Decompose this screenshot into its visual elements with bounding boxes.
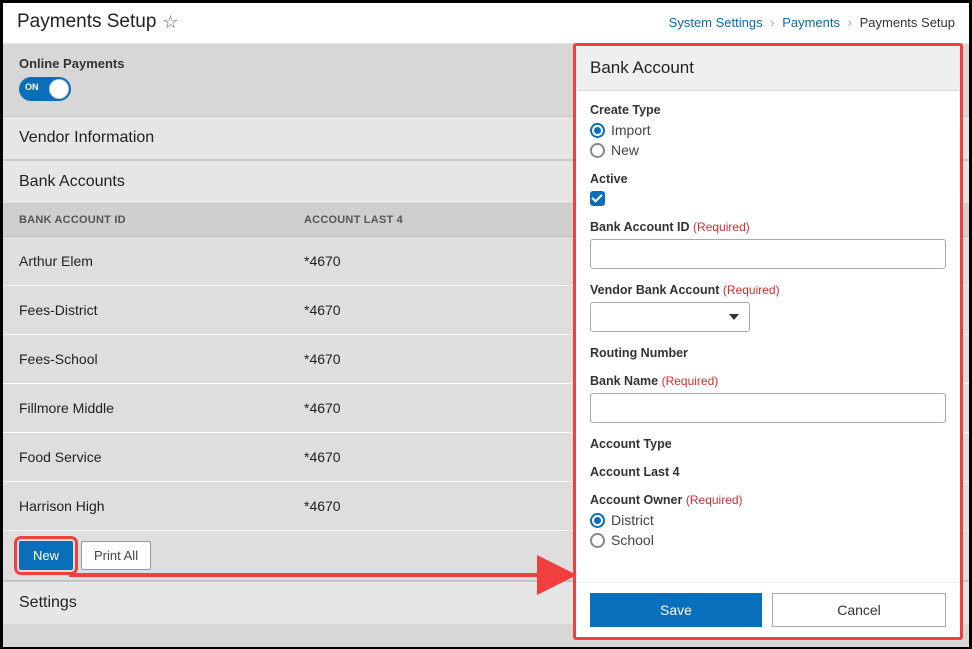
chevron-right-icon: › bbox=[770, 15, 774, 30]
col-head-id[interactable]: BANK ACCOUNT ID bbox=[19, 214, 304, 226]
panel-footer: Save Cancel bbox=[576, 582, 960, 637]
bank-account-id-group: Bank Account ID (Required) bbox=[590, 220, 946, 269]
cell-id: Food Service bbox=[19, 449, 304, 465]
account-type-label: Account Type bbox=[590, 437, 946, 451]
panel-title: Bank Account bbox=[576, 46, 960, 91]
online-payments-toggle[interactable]: ON bbox=[19, 77, 71, 101]
cancel-button[interactable]: Cancel bbox=[772, 593, 946, 627]
account-last4-label: Account Last 4 bbox=[590, 465, 946, 479]
create-type-label: Create Type bbox=[590, 103, 946, 117]
radio-label: New bbox=[611, 142, 639, 158]
active-group: Active bbox=[590, 172, 946, 206]
account-type-group: Account Type bbox=[590, 437, 946, 451]
cell-id: Fees-School bbox=[19, 351, 304, 367]
radio-label: Import bbox=[611, 122, 651, 138]
active-label: Active bbox=[590, 172, 946, 186]
breadcrumb-l2[interactable]: Payments bbox=[782, 15, 840, 30]
radio-label: District bbox=[611, 512, 654, 528]
bank-account-id-input[interactable] bbox=[590, 239, 946, 269]
panel-body: Create Type Import New Active Bank A bbox=[576, 91, 960, 582]
print-all-button[interactable]: Print All bbox=[81, 541, 151, 570]
active-checkbox[interactable] bbox=[590, 191, 946, 206]
vendor-bank-select[interactable] bbox=[590, 302, 750, 332]
breadcrumb: System Settings › Payments › Payments Se… bbox=[669, 15, 955, 30]
breadcrumb-l1[interactable]: System Settings bbox=[669, 15, 763, 30]
bank-account-panel: Bank Account Create Type Import New Acti… bbox=[573, 43, 963, 640]
radio-district[interactable]: District bbox=[590, 512, 946, 528]
radio-new[interactable]: New bbox=[590, 142, 946, 158]
page-title: Payments Setup bbox=[17, 11, 156, 33]
account-owner-group: Account Owner (Required) District School bbox=[590, 493, 946, 548]
account-last4-group: Account Last 4 bbox=[590, 465, 946, 479]
toggle-knob-icon bbox=[49, 79, 69, 99]
routing-label: Routing Number bbox=[590, 346, 946, 360]
account-owner-label: Account Owner (Required) bbox=[590, 493, 946, 507]
body: Online Payments ON Vendor Information Ba… bbox=[3, 44, 969, 647]
radio-icon bbox=[590, 533, 605, 548]
toggle-on-text: ON bbox=[25, 82, 39, 92]
topbar: Payments Setup ☆ System Settings › Payme… bbox=[3, 3, 969, 44]
radio-school[interactable]: School bbox=[590, 532, 946, 548]
routing-group: Routing Number bbox=[590, 346, 946, 360]
vendor-bank-label: Vendor Bank Account (Required) bbox=[590, 283, 946, 297]
favorite-star-icon[interactable]: ☆ bbox=[162, 12, 178, 33]
radio-icon bbox=[590, 143, 605, 158]
check-icon bbox=[590, 191, 605, 206]
create-type-group: Create Type Import New bbox=[590, 103, 946, 158]
radio-import[interactable]: Import bbox=[590, 122, 946, 138]
page-title-wrap: Payments Setup ☆ bbox=[17, 11, 179, 33]
cell-id: Fillmore Middle bbox=[19, 400, 304, 416]
cell-id: Fees-District bbox=[19, 302, 304, 318]
save-button[interactable]: Save bbox=[590, 593, 762, 627]
cell-id: Arthur Elem bbox=[19, 253, 304, 269]
radio-icon bbox=[590, 513, 605, 528]
bank-name-input[interactable] bbox=[590, 393, 946, 423]
new-button[interactable]: New bbox=[19, 541, 73, 570]
cell-id: Harrison High bbox=[19, 498, 304, 514]
bank-account-id-label: Bank Account ID (Required) bbox=[590, 220, 946, 234]
radio-label: School bbox=[611, 532, 654, 548]
radio-icon bbox=[590, 123, 605, 138]
bank-name-group: Bank Name (Required) bbox=[590, 374, 946, 423]
breadcrumb-l3: Payments Setup bbox=[860, 15, 955, 30]
vendor-bank-group: Vendor Bank Account (Required) bbox=[590, 283, 946, 332]
bank-name-label: Bank Name (Required) bbox=[590, 374, 946, 388]
chevron-right-icon: › bbox=[848, 15, 852, 30]
